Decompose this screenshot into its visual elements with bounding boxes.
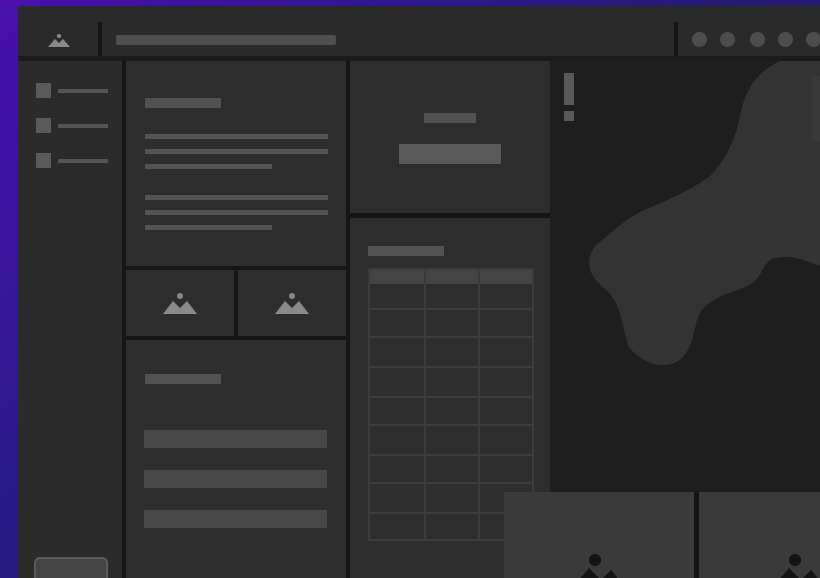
table-row-rule xyxy=(370,482,532,484)
sidebar-item[interactable] xyxy=(36,153,111,169)
title-divider xyxy=(98,22,102,56)
stat-value xyxy=(399,144,501,164)
sidebar-item-label xyxy=(58,124,108,128)
table-column-rule xyxy=(424,270,426,539)
text-line xyxy=(145,210,328,215)
square-icon xyxy=(36,153,51,168)
sidebar-item-label xyxy=(58,159,108,163)
list-card xyxy=(126,340,346,578)
table-row-rule xyxy=(370,424,532,426)
text-line xyxy=(145,149,328,154)
table-column-rule xyxy=(478,270,480,539)
gallery-thumbnail[interactable] xyxy=(504,492,694,578)
sidebar xyxy=(18,61,122,578)
map-panel[interactable] xyxy=(550,61,820,493)
window-control-4[interactable] xyxy=(778,32,793,47)
sidebar-item[interactable] xyxy=(36,83,111,99)
table-row-rule xyxy=(370,454,532,456)
app-window xyxy=(18,6,820,578)
stat-label xyxy=(424,113,476,123)
text-line xyxy=(145,195,328,200)
text-card xyxy=(126,61,346,266)
sidebar-item-label xyxy=(58,89,108,93)
title-bar xyxy=(18,6,820,56)
window-control-3[interactable] xyxy=(750,32,765,47)
window-control-2[interactable] xyxy=(720,32,735,47)
gallery-thumbnail[interactable] xyxy=(699,492,820,578)
text-line xyxy=(145,134,328,139)
image-icon xyxy=(163,293,197,314)
table-row-rule xyxy=(370,366,532,368)
list-item[interactable] xyxy=(144,470,327,488)
table-row-rule xyxy=(370,396,532,398)
title-divider xyxy=(674,22,678,56)
card-title xyxy=(145,374,221,384)
table-row-rule xyxy=(370,336,532,338)
window-control-1[interactable] xyxy=(692,32,707,47)
square-icon xyxy=(36,83,51,98)
address-bar[interactable] xyxy=(116,35,336,45)
image-icon xyxy=(780,554,818,578)
image-tile[interactable] xyxy=(238,270,346,336)
list-item[interactable] xyxy=(144,510,327,528)
sidebar-item[interactable] xyxy=(36,118,111,134)
text-line xyxy=(145,225,272,230)
table-header xyxy=(370,270,532,284)
stat-card xyxy=(350,61,550,213)
image-tile[interactable] xyxy=(126,270,234,336)
list-item[interactable] xyxy=(144,430,327,448)
text-line xyxy=(145,164,272,169)
window-control-5[interactable] xyxy=(806,32,820,47)
sidebar-action-button[interactable] xyxy=(34,557,108,578)
image-icon xyxy=(275,293,309,314)
card-title xyxy=(368,246,444,256)
image-icon[interactable] xyxy=(48,32,70,48)
map-landmass xyxy=(589,61,820,366)
square-icon xyxy=(36,118,51,133)
card-title xyxy=(145,98,221,108)
table-row-rule xyxy=(370,308,532,310)
image-icon xyxy=(580,554,618,578)
